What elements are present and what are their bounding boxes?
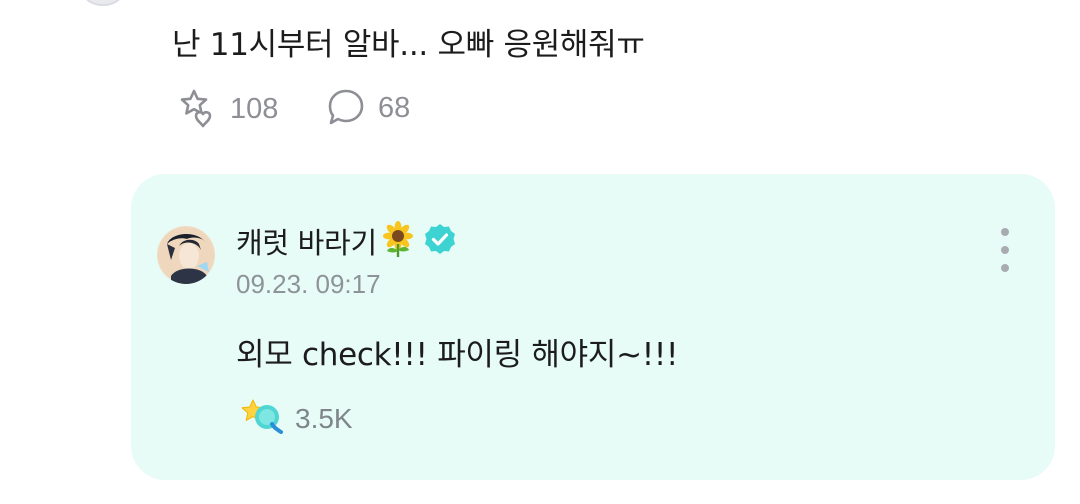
speech-bubble-outline-icon (326, 86, 366, 130)
more-options-button[interactable] (993, 228, 1017, 272)
reply-timestamp: 09.23. 09:17 (236, 269, 381, 299)
previous-avatar (78, 0, 128, 6)
more-vertical-icon (1001, 228, 1009, 236)
comment-like-button[interactable]: 108 (170, 86, 278, 132)
star-heart-outline-icon (170, 86, 218, 132)
comment-reply-count: 68 (378, 91, 411, 124)
star-heart-filled-icon (239, 396, 285, 441)
more-dot (1001, 264, 1009, 272)
reply-like-button[interactable]: 3.5K (239, 396, 353, 441)
more-dot (1001, 246, 1009, 254)
comment-reply-button[interactable]: 68 (326, 86, 410, 130)
comment-thread: 난 11시부터 알바... 오빠 응원해줘ㅠ 108 68 캐럿 바라기 09.… (0, 0, 1080, 504)
verified-badge-icon (423, 222, 457, 260)
reply-text: 외모 check!!! 파이링 해야지~!!! (236, 337, 679, 373)
sunflower-icon (379, 220, 417, 262)
reply-like-count: 3.5K (295, 402, 353, 434)
reply-author-name: 캐럿 바라기 (236, 226, 377, 260)
reply-author[interactable]: 캐럿 바라기 (236, 220, 457, 262)
reply-card: 캐럿 바라기 09.23. 09:17 외모 check!!! 파이링 해야지~… (131, 174, 1055, 480)
reply-avatar[interactable] (157, 226, 215, 284)
comment-text: 난 11시부터 알바... 오빠 응원해줘ㅠ (172, 27, 645, 63)
comment-like-count: 108 (230, 92, 279, 125)
